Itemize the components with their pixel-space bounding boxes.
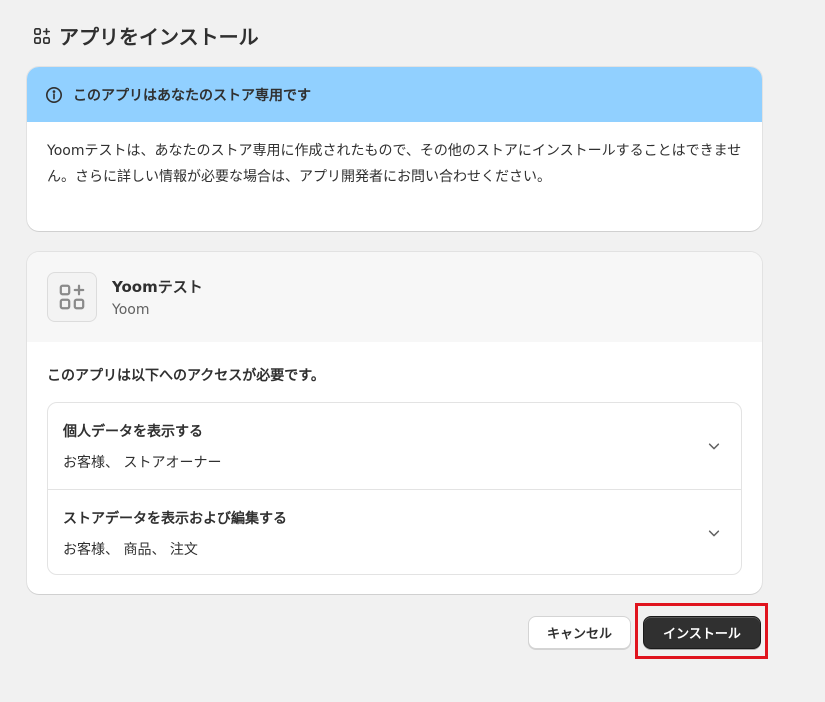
permission-list: 個人データを表示する お客様、 ストアオーナー ストアデータを表示および編集する… (47, 402, 742, 575)
store-only-banner: このアプリはあなたのストア専用です Yoomテストは、あなたのストア専用に作成さ… (27, 67, 762, 231)
permission-item-personal-data[interactable]: 個人データを表示する お客様、 ストアオーナー (48, 403, 741, 489)
info-icon (45, 86, 63, 103)
cancel-button[interactable]: キャンセル (528, 616, 631, 649)
page-header: アプリをインストール (33, 21, 259, 50)
banner-title: このアプリはあなたのストア専用です (73, 87, 311, 104)
page-title: アプリをインストール (59, 25, 259, 49)
permission-detail: お客様、 ストアオーナー (63, 455, 222, 471)
app-card: Yoomテスト Yoom このアプリは以下へのアクセスが必要です。 個人データを… (27, 252, 762, 594)
app-thumbnail (47, 272, 97, 322)
app-header: Yoomテスト Yoom (27, 252, 762, 342)
permission-item-store-data[interactable]: ストアデータを表示および編集する お客様、 商品、 注文 (48, 489, 741, 574)
chevron-down-icon[interactable] (707, 439, 721, 453)
access-heading: このアプリは以下へのアクセスが必要です。 (47, 368, 325, 384)
banner-header: このアプリはあなたのストア専用です (27, 67, 762, 122)
app-placeholder-icon (59, 284, 85, 310)
app-developer: Yoom (112, 302, 150, 318)
permission-detail: お客様、 商品、 注文 (63, 542, 198, 558)
apps-icon (33, 27, 51, 44)
chevron-down-icon[interactable] (707, 526, 721, 540)
permission-title: 個人データを表示する (63, 424, 203, 440)
banner-body: Yoomテストは、あなたのストア専用に作成されたもので、その他のストアにインスト… (47, 143, 742, 185)
install-button[interactable]: インストール (643, 616, 761, 649)
app-name: Yoomテスト (112, 278, 203, 296)
permission-title: ストアデータを表示および編集する (63, 511, 287, 527)
